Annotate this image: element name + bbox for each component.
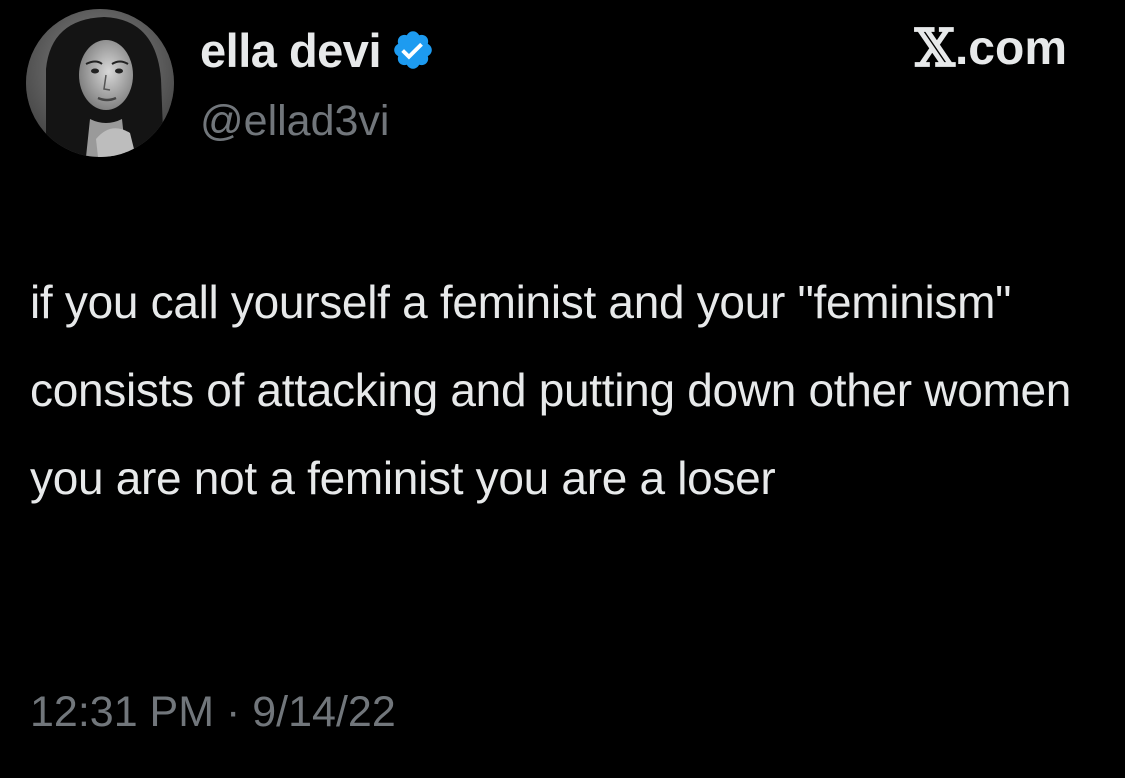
author-name-row: ella devi bbox=[200, 20, 435, 80]
avatar-photo bbox=[26, 9, 174, 157]
x-logo-icon: 𝕏 bbox=[914, 17, 955, 79]
tweet-text: if you call yourself a feminist and your… bbox=[30, 276, 1072, 504]
avatar[interactable] bbox=[26, 9, 174, 157]
display-name[interactable]: ella devi bbox=[200, 23, 382, 78]
brand-suffix: .com bbox=[954, 21, 1067, 75]
verified-badge-icon bbox=[391, 28, 435, 72]
x-logo: 𝕏 .com bbox=[914, 17, 1067, 79]
tweet-timestamp[interactable]: 12:31 PM · 9/14/22 bbox=[30, 688, 396, 737]
author-handle[interactable]: @ellad3vi bbox=[200, 97, 389, 146]
